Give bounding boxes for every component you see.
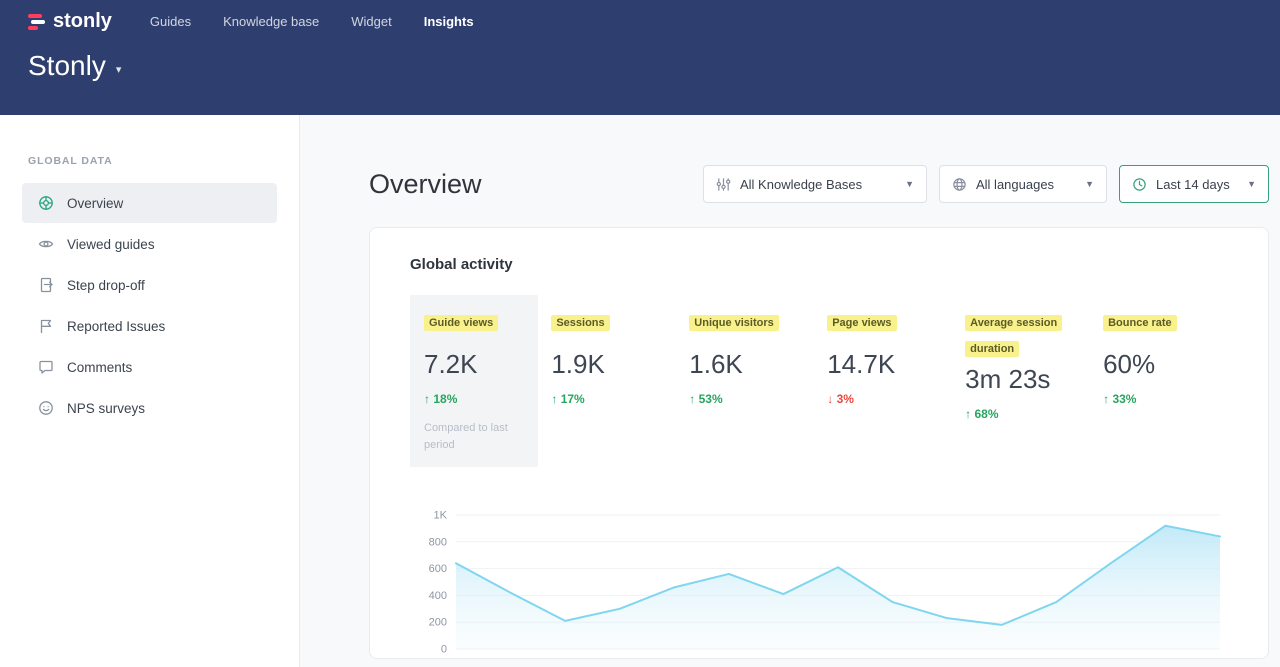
global-activity-card: Global activity Guide views 7.2K 18% Com… — [369, 227, 1269, 659]
filter-label: Last 14 days — [1156, 177, 1230, 192]
metric-label: Page views — [827, 315, 896, 331]
stonly-logo[interactable]: stonly — [28, 10, 112, 33]
chevron-down-icon: ▼ — [1247, 179, 1256, 189]
metric-label: Guide views — [424, 315, 498, 331]
sidebar-item-label: Step drop-off — [67, 278, 145, 293]
sliders-icon — [716, 177, 731, 192]
knowledge-bases-filter[interactable]: All Knowledge Bases ▼ — [703, 165, 927, 203]
metric-page-views: Page views 14.7K 3% — [827, 295, 952, 406]
stonly-logo-icon — [28, 13, 46, 31]
sidebar-item-label: Overview — [67, 196, 123, 211]
sidebar-item-label: Reported Issues — [67, 319, 165, 334]
top-header: stonly Guides Knowledge base Widget Insi… — [0, 0, 1280, 115]
svg-text:1K: 1K — [434, 510, 448, 522]
sidebar-item-reported-issues[interactable]: Reported Issues — [22, 306, 277, 346]
sidebar-section-label: GLOBAL DATA — [22, 155, 277, 167]
sidebar: GLOBAL DATA Overview Viewed guides Step … — [0, 115, 300, 667]
metric-value: 3m 23s — [965, 364, 1090, 395]
metric-avg-session-duration: Average session duration 3m 23s 68% — [965, 295, 1090, 421]
metrics-row: Guide views 7.2K 18% Compared to last pe… — [410, 295, 1228, 467]
page-export-icon — [38, 277, 54, 293]
date-range-filter[interactable]: Last 14 days ▼ — [1119, 165, 1269, 203]
metric-bounce-rate: Bounce rate 60% 33% — [1103, 295, 1228, 406]
svg-text:400: 400 — [429, 590, 447, 602]
lifebuoy-icon — [38, 195, 54, 211]
stonly-logo-text: stonly — [53, 10, 112, 33]
chevron-down-icon: ▼ — [905, 179, 914, 189]
metric-guide-views: Guide views 7.2K 18% Compared to last pe… — [410, 295, 538, 467]
globe-icon — [952, 177, 967, 192]
activity-chart-wrap: 02004006008001K5678910111213141516171819 — [410, 501, 1228, 659]
svg-text:0: 0 — [441, 644, 447, 656]
filter-label: All languages — [976, 177, 1054, 192]
metric-label: Average session duration — [965, 315, 1062, 357]
sidebar-item-nps-surveys[interactable]: NPS surveys — [22, 388, 277, 428]
chevron-down-icon: ▾ — [116, 57, 122, 76]
nav-item-knowledge-base[interactable]: Knowledge base — [223, 14, 319, 29]
filter-label: All Knowledge Bases — [740, 177, 862, 192]
chevron-down-icon: ▼ — [1085, 179, 1094, 189]
metric-label: Unique visitors — [689, 315, 778, 331]
comment-icon — [38, 359, 54, 375]
main-content: Overview All Knowledge Bases ▼ All langu… — [300, 115, 1280, 667]
sidebar-item-overview[interactable]: Overview — [22, 183, 277, 223]
metric-value: 60% — [1103, 349, 1228, 380]
metric-change: 17% — [551, 392, 676, 406]
sidebar-item-label: Comments — [67, 360, 132, 375]
workspace-selector[interactable]: Stonly ▾ — [28, 50, 1252, 82]
nav-item-guides[interactable]: Guides — [150, 14, 191, 29]
svg-text:800: 800 — [429, 536, 447, 548]
metric-unique-visitors: Unique visitors 1.6K 53% — [689, 295, 814, 406]
filters-bar: All Knowledge Bases ▼ All languages ▼ La… — [703, 165, 1269, 203]
metric-sessions: Sessions 1.9K 17% — [551, 295, 676, 406]
metric-note: Compared to last period — [424, 420, 524, 453]
svg-text:200: 200 — [429, 617, 447, 629]
metric-change: 53% — [689, 392, 814, 406]
metric-change: 68% — [965, 407, 1090, 421]
top-nav: Guides Knowledge base Widget Insights — [150, 14, 474, 29]
metric-value: 14.7K — [827, 349, 952, 380]
metric-value: 1.6K — [689, 349, 814, 380]
metric-change: 18% — [424, 392, 524, 406]
nav-item-insights[interactable]: Insights — [424, 14, 474, 29]
svg-text:600: 600 — [429, 563, 447, 575]
metric-change: 33% — [1103, 392, 1228, 406]
smiley-icon — [38, 400, 54, 416]
nav-item-widget[interactable]: Widget — [351, 14, 391, 29]
eye-icon — [38, 236, 54, 252]
sidebar-item-comments[interactable]: Comments — [22, 347, 277, 387]
metric-change: 3% — [827, 392, 952, 406]
sidebar-item-step-drop-off[interactable]: Step drop-off — [22, 265, 277, 305]
top-nav-row: stonly Guides Knowledge base Widget Insi… — [28, 0, 1252, 33]
metric-label: Sessions — [551, 315, 609, 331]
metric-label: Bounce rate — [1103, 315, 1177, 331]
metric-value: 1.9K — [551, 349, 676, 380]
card-title: Global activity — [410, 256, 1228, 273]
flag-icon — [38, 318, 54, 334]
metric-value: 7.2K — [424, 349, 524, 380]
sidebar-item-label: NPS surveys — [67, 401, 145, 416]
languages-filter[interactable]: All languages ▼ — [939, 165, 1107, 203]
workspace-title: Stonly — [28, 50, 106, 82]
sidebar-item-viewed-guides[interactable]: Viewed guides — [22, 224, 277, 264]
clock-icon — [1132, 177, 1147, 192]
activity-chart: 02004006008001K5678910111213141516171819 — [410, 501, 1230, 659]
sidebar-item-label: Viewed guides — [67, 237, 155, 252]
page-title: Overview — [369, 169, 482, 200]
